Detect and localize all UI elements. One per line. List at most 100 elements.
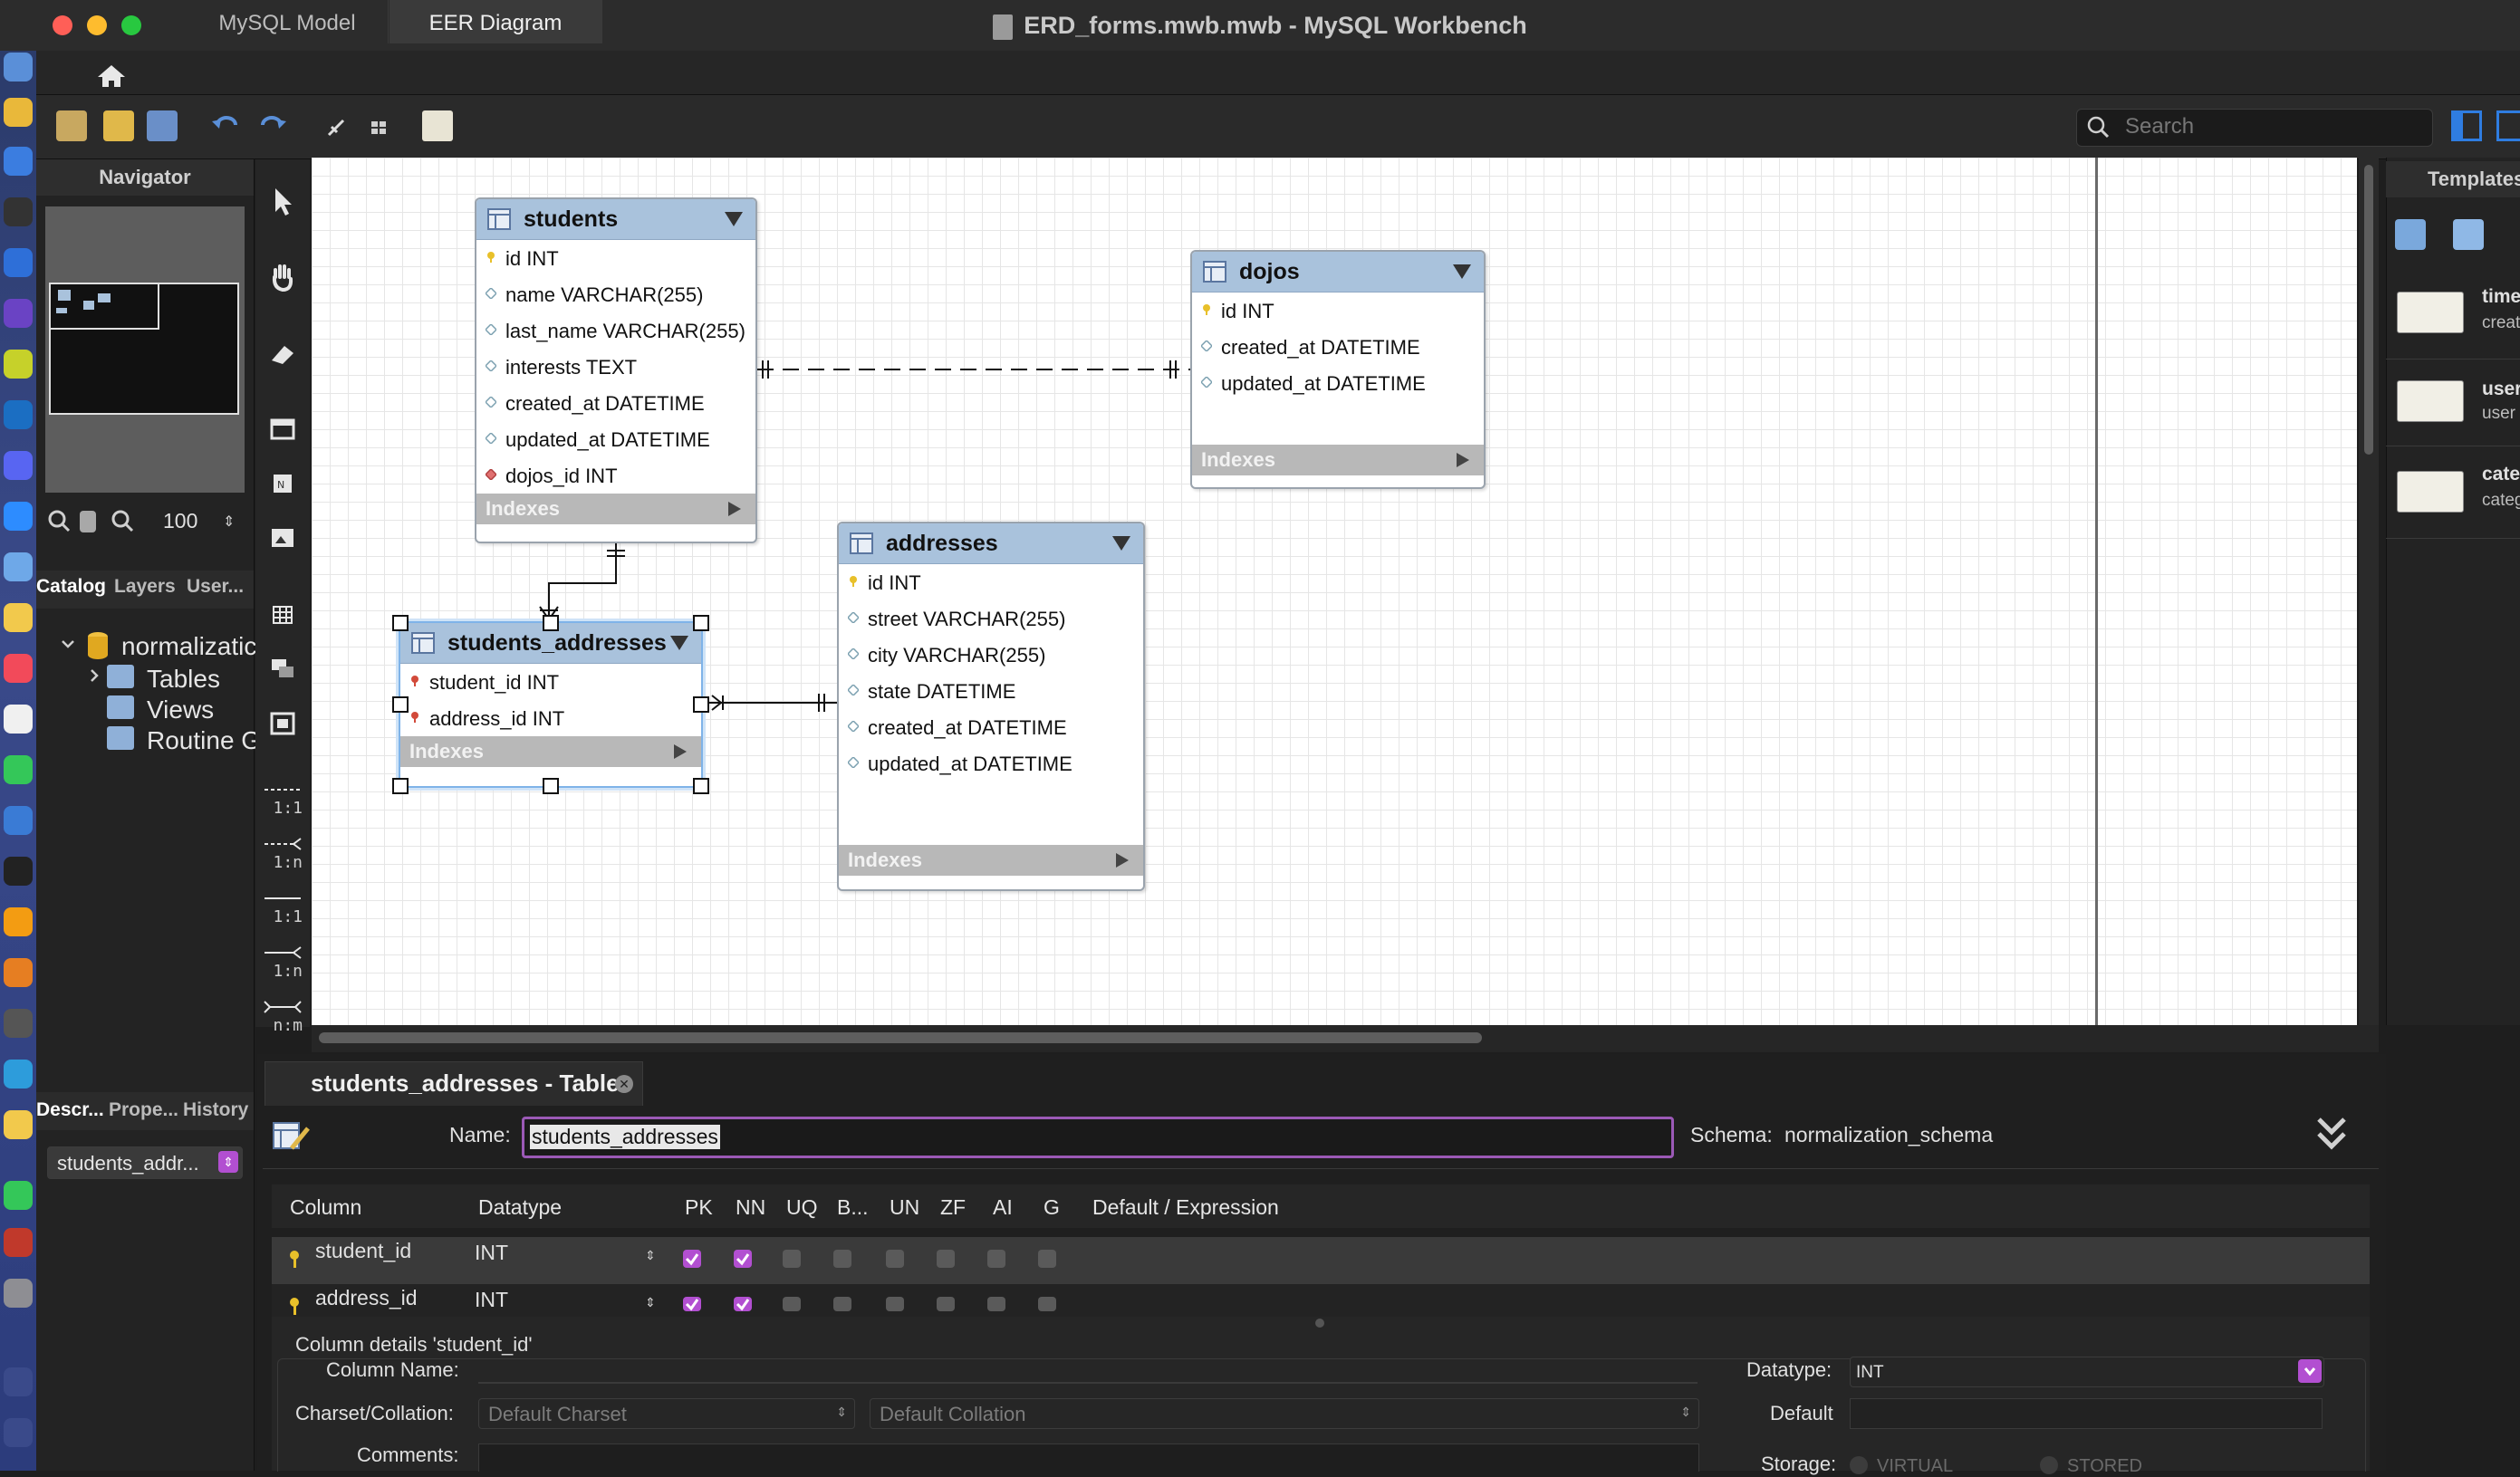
indexes-section[interactable]: Indexes [839,845,1143,876]
dock-app-icon[interactable] [4,654,33,683]
column-row[interactable]: name VARCHAR(255) [476,276,755,312]
tree-item-routine-groups[interactable]: Routine G [147,726,261,755]
storage-stored-radio[interactable] [2040,1456,2058,1474]
tree-item-tables[interactable]: Tables [147,665,220,694]
add-template-icon[interactable] [2395,219,2426,250]
pointer-tool-icon[interactable] [263,181,303,221]
default-value-input[interactable] [1850,1398,2323,1429]
dock-app-icon[interactable] [4,1009,33,1038]
resize-handle[interactable] [392,778,409,794]
table-dojos[interactable]: dojos id INT created_at DATETIME updated… [1190,250,1486,489]
ai-checkbox[interactable] [987,1250,1005,1268]
undo-icon[interactable] [210,112,241,139]
tab-user-types[interactable]: User... [187,576,244,598]
un-checkbox[interactable] [886,1250,904,1268]
resize-handle[interactable] [693,778,709,794]
column-row[interactable]: updated_at DATETIME [1192,365,1484,401]
toggle-secondary-sidebar-icon[interactable] [2496,110,2520,141]
schema-tree-item[interactable]: normalizatic [121,632,256,661]
zoom-stepper-icon[interactable]: ⇕ [223,513,235,531]
dock-app-icon[interactable] [4,248,33,277]
resize-handle[interactable] [392,696,409,713]
chevron-updown-icon[interactable]: ⇕ [645,1248,656,1263]
dock-app-icon[interactable] [4,958,33,987]
column-row[interactable]: created_at DATETIME [1192,329,1484,365]
tab-description[interactable]: Descr... [36,1099,104,1121]
tree-item-views[interactable]: Views [147,695,214,724]
dock-app-icon[interactable] [4,603,33,632]
datatype-select[interactable]: INT [1850,1357,2324,1387]
expand-arrow-icon[interactable] [674,744,687,759]
column-row[interactable]: street VARCHAR(255) [839,600,1143,637]
dock-app-icon[interactable] [4,98,33,127]
dock-app-icon[interactable] [4,197,33,226]
hand-tool-icon[interactable] [263,257,303,297]
pk-checkbox[interactable] [683,1297,701,1311]
navigator-minimap[interactable] [45,206,245,493]
new-document-icon[interactable] [56,110,87,141]
table-header[interactable]: students [476,199,755,240]
column-row[interactable]: dojos_id INT [476,457,755,494]
expand-arrow-icon[interactable] [1457,453,1469,467]
zoom-out-icon[interactable] [47,509,71,532]
header-g[interactable]: G [1044,1195,1060,1220]
table-addresses[interactable]: addresses id INT street VARCHAR(255) cit… [837,522,1145,891]
pk-checkbox[interactable] [683,1250,701,1268]
close-tab-icon[interactable]: ✕ [615,1075,633,1093]
vertical-scroll-thumb[interactable] [2364,165,2373,455]
expand-arrow-icon[interactable] [1116,853,1129,868]
header-zf[interactable]: ZF [940,1195,966,1220]
collapse-arrow-icon[interactable] [725,212,743,226]
column-row[interactable]: last_name VARCHAR(255) [476,312,755,349]
column-row[interactable]: created_at DATETIME [476,385,755,421]
binary-checkbox[interactable] [833,1297,851,1311]
relationship-1-n-identifying-icon[interactable]: 1:n [263,944,303,989]
column-row[interactable]: state DATETIME [839,673,1143,709]
resize-handle[interactable] [392,615,409,631]
g-checkbox[interactable] [1038,1250,1056,1268]
column-row[interactable]: id INT [476,240,755,276]
table-name-input[interactable]: students_addresses [522,1117,1674,1158]
routine-group-tool-icon[interactable] [263,703,303,743]
dock-app-icon[interactable] [4,705,33,734]
chevron-updown-icon[interactable]: ⇕ [645,1295,656,1310]
storage-virtual-radio[interactable] [1850,1456,1868,1474]
dock-app-icon[interactable] [4,451,33,480]
column-name-cell[interactable]: address_id [315,1286,418,1310]
tab-layers[interactable]: Layers [114,576,176,598]
dock-app-icon[interactable] [4,1181,33,1210]
dock-app-icon[interactable] [4,806,33,835]
toggle-panel-icon[interactable] [422,110,453,141]
collapse-editor-icon[interactable] [2315,1114,2348,1154]
resize-handle[interactable] [693,696,709,713]
datatype-cell[interactable]: INT [475,1241,508,1265]
column-row[interactable]: updated_at DATETIME [839,745,1143,782]
column-row[interactable]: student_id INT [400,664,701,700]
dock-app-icon[interactable] [4,1228,33,1257]
tab-eer-diagram[interactable]: EER Diagram [390,0,602,43]
column-row[interactable]: created_at DATETIME [839,709,1143,745]
dock-app-icon[interactable] [4,299,33,328]
layer-tool-icon[interactable] [263,409,303,449]
chevron-down-icon[interactable] [60,636,76,652]
charset-select[interactable]: Default Charset ⇕ [478,1398,855,1429]
dock-app-icon[interactable] [4,400,33,429]
relationship-students-students-addresses[interactable] [548,542,617,623]
horizontal-scrollbar[interactable] [312,1025,2379,1052]
header-nn[interactable]: NN [736,1195,765,1220]
zoom-level[interactable]: 100 [163,509,197,533]
tab-catalog[interactable]: Catalog [36,576,106,598]
zoom-in-icon[interactable] [111,509,134,532]
datatype-cell[interactable]: INT [475,1288,508,1312]
column-row[interactable]: city VARCHAR(255) [839,637,1143,673]
header-column[interactable]: Column [290,1195,361,1220]
relationship-1-n-non-identifying-icon[interactable]: 1:n [263,835,303,880]
toggle-sidebar-icon[interactable] [2451,110,2482,141]
dock-app-icon[interactable] [4,350,33,379]
header-uq[interactable]: UQ [786,1195,818,1220]
tab-mysql-model[interactable]: MySQL Model [187,0,389,43]
column-row[interactable]: address_id INT [400,700,701,736]
relationship-1-1-identifying-icon[interactable]: 1:1 [263,889,303,935]
header-un[interactable]: UN [890,1195,919,1220]
align-grid-icon[interactable] [370,120,388,136]
